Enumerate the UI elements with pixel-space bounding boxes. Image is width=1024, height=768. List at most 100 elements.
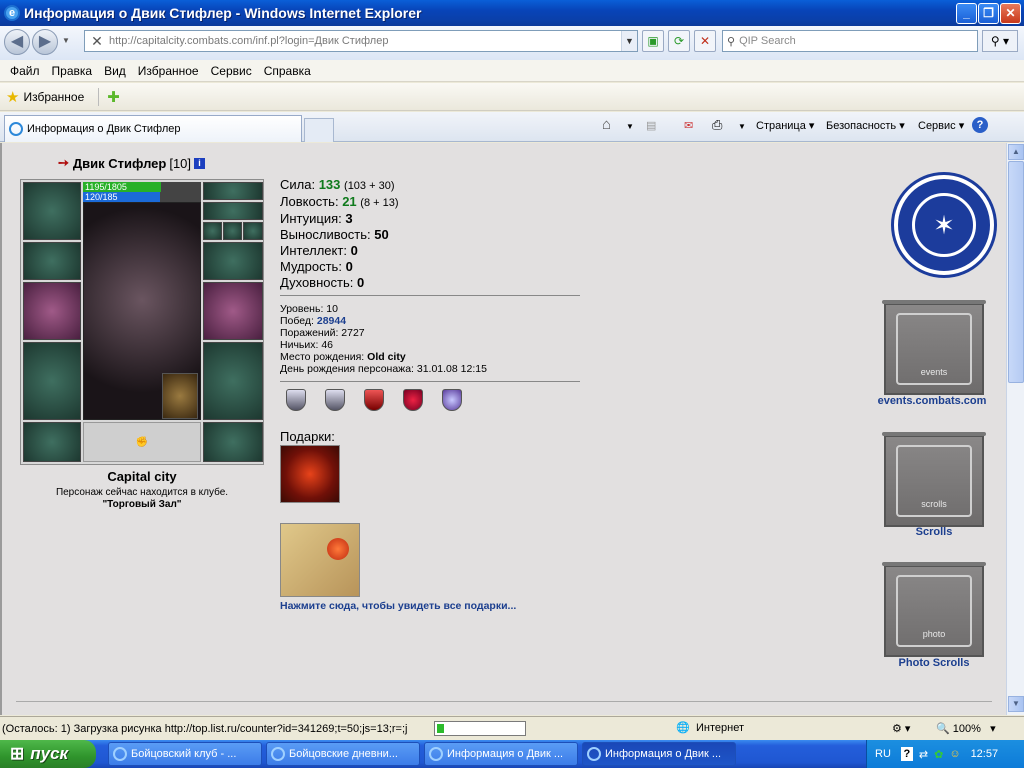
info-icon[interactable]: i (194, 157, 206, 169)
start-button[interactable]: ⊞ пуск (0, 740, 96, 768)
vertical-scrollbar[interactable]: ▲ ▼ (1006, 143, 1024, 715)
search-input[interactable]: ⚲ QIP Search (722, 30, 978, 52)
print-dropdown-icon[interactable]: ▼ (738, 122, 746, 131)
zoom-control[interactable]: 🔍 100% ▾ (936, 722, 996, 735)
address-bar[interactable]: ✕ http://capitalcity.combats.com/inf.pl?… (84, 30, 638, 52)
scroll-thumb[interactable] (1008, 161, 1024, 383)
photo-caption: photo (896, 575, 972, 647)
scrolls-link[interactable]: Scrolls (884, 526, 984, 538)
ring-slot-3[interactable] (243, 222, 263, 240)
scrolls-banner[interactable]: scrolls (882, 432, 986, 527)
minimize-button[interactable]: _ (956, 3, 977, 24)
gift-ornament (327, 538, 349, 560)
badge-icon[interactable] (325, 389, 345, 411)
boots-slot[interactable] (203, 422, 263, 462)
ring-slot-2[interactable] (223, 222, 242, 240)
favorites-button[interactable]: Избранное (23, 90, 84, 104)
clan-emblem[interactable]: ✶ (894, 175, 994, 275)
status-text: (Осталось: 1) Загрузка рисунка http://to… (2, 722, 408, 735)
history-dropdown-icon[interactable]: ▼ (62, 36, 70, 45)
all-gifts-link[interactable]: Нажмите сюда, чтобы увидеть все подарки.… (280, 600, 516, 612)
new-tab-button[interactable] (304, 118, 334, 142)
badge-icon[interactable] (286, 389, 306, 411)
photo-scrolls-link[interactable]: Photo Scrolls (884, 657, 984, 669)
stat-row: Сила: 133 (103 + 30) (280, 177, 399, 194)
back-button[interactable]: ◀ (4, 29, 30, 55)
address-toolbar: ◀ ▶ ▼ ✕ http://capitalcity.combats.com/i… (0, 26, 1024, 60)
messenger-icon[interactable]: ✿ (934, 748, 943, 761)
scroll-down-button[interactable]: ▼ (1008, 696, 1024, 712)
menu-view[interactable]: Вид (98, 64, 132, 78)
home-icon[interactable]: ⌂ (602, 116, 611, 133)
taskbar-item[interactable]: Информация о Двик ... (424, 742, 578, 766)
pants-slot[interactable] (203, 342, 263, 420)
taskbar-item-label: Бойцовский клуб - ... (131, 748, 237, 760)
service-menu[interactable]: Сервис ▾ (918, 119, 964, 132)
pet-owl[interactable] (162, 373, 198, 419)
club-emblem: ✊ (83, 422, 201, 462)
ring-slot-1[interactable] (203, 222, 222, 240)
language-indicator[interactable]: RU (875, 748, 891, 760)
smiley-icon[interactable]: ☺ (949, 748, 960, 760)
badge-icon[interactable] (364, 389, 384, 411)
status-bar: (Осталось: 1) Загрузка рисунка http://to… (0, 716, 1024, 740)
badge-icon[interactable] (403, 389, 423, 411)
gloves-slot[interactable] (203, 242, 263, 280)
forward-button[interactable]: ▶ (32, 29, 58, 55)
search-button[interactable]: ⚲ ▾ (982, 30, 1018, 52)
taskbar-item[interactable]: Бойцовские дневни... (266, 742, 420, 766)
scroll-up-button[interactable]: ▲ (1008, 144, 1024, 160)
favorites-star-icon[interactable]: ★ (6, 88, 19, 106)
help-tray-icon[interactable]: ? (900, 747, 913, 761)
stat-label: Интуиция: (280, 211, 342, 226)
add-favorite-icon[interactable]: ✚ (107, 88, 120, 106)
info-birthplace: Old city (367, 351, 406, 363)
taskbar-item-active[interactable]: Информация о Двик ... (582, 742, 736, 766)
armor-slot[interactable] (23, 342, 81, 420)
info-wins: 28944 (316, 315, 347, 327)
events-link[interactable]: events.combats.com (864, 395, 1000, 407)
tab-active[interactable]: Информация о Двик Стифлер (4, 115, 302, 142)
belt-slot[interactable] (23, 422, 81, 462)
photo-banner[interactable]: photo (882, 562, 986, 657)
shield-slot[interactable] (203, 282, 263, 340)
bracers-slot[interactable] (23, 242, 81, 280)
feeds-icon[interactable]: ▤ (646, 119, 656, 132)
helmet-slot[interactable] (23, 182, 81, 240)
menu-help[interactable]: Справка (258, 64, 317, 78)
help-icon[interactable]: ? (972, 117, 988, 133)
maximize-button[interactable]: ❐ (978, 3, 999, 24)
network-icon[interactable]: ⇄ (919, 748, 928, 761)
stop-icon[interactable]: ✕ (694, 30, 716, 52)
address-dropdown-icon[interactable]: ▼ (621, 31, 637, 51)
menu-edit[interactable]: Правка (46, 64, 99, 78)
taskbar-item[interactable]: Бойцовский клуб - ... (108, 742, 262, 766)
security-menu[interactable]: Безопасность ▾ (826, 119, 905, 132)
menu-favorites[interactable]: Избранное (132, 64, 205, 78)
close-button[interactable]: ✕ (1000, 3, 1021, 24)
badge-icon[interactable] (442, 389, 462, 411)
refresh-icon[interactable]: ⟳ (668, 30, 690, 52)
menu-bar: Файл Правка Вид Избранное Сервис Справка (0, 60, 1024, 82)
mail-icon[interactable]: ✉ (684, 119, 693, 132)
menu-file[interactable]: Файл (4, 64, 46, 78)
search-placeholder: QIP Search (739, 35, 796, 47)
gift-book-icon[interactable] (280, 445, 340, 503)
amulet-slot[interactable] (203, 202, 263, 220)
info-birthplace-label: Место рождения: (280, 351, 365, 363)
print-icon[interactable]: ⎙ (712, 117, 722, 133)
page-menu[interactable]: Страница ▾ (756, 119, 814, 132)
info-birthplace-row: Место рождения: Old city (280, 351, 487, 363)
address-url[interactable]: http://capitalcity.combats.com/inf.pl?lo… (109, 35, 388, 47)
weapon-slot[interactable] (23, 282, 81, 340)
earrings-slot[interactable] (203, 182, 263, 200)
stat-row: Интуиция: 3 (280, 211, 399, 227)
compatibility-icon[interactable]: ▣ (642, 30, 664, 52)
menu-tools[interactable]: Сервис (205, 64, 258, 78)
clock[interactable]: 12:57 (971, 748, 999, 760)
events-banner[interactable]: events (882, 300, 986, 395)
protected-mode-icon[interactable]: ⚙ ▾ (892, 722, 910, 735)
home-dropdown-icon[interactable]: ▼ (626, 122, 634, 131)
gift-card-icon[interactable] (280, 523, 360, 597)
info-wins-label: Побед: (280, 315, 314, 327)
